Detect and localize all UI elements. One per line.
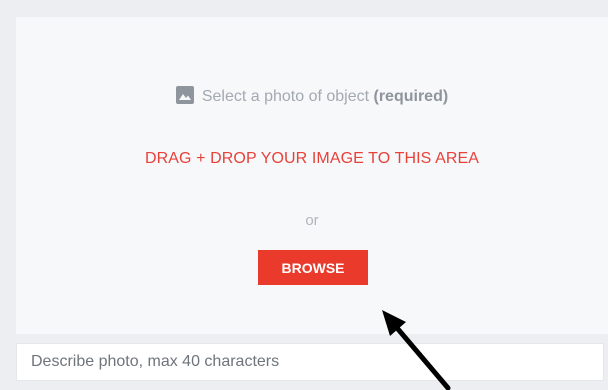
photo-description-input[interactable] [16,343,604,381]
image-drop-zone[interactable]: Select a photo of object (required) DRAG… [16,17,608,334]
browse-button[interactable]: BROWSE [258,250,368,285]
image-icon [175,86,194,104]
or-separator: or [305,212,319,229]
upload-panel: Select a photo of object (required) DRAG… [0,0,608,390]
required-label: (required) [373,88,449,105]
select-photo-label: Select a photo of object (required) [16,86,608,108]
select-photo-text: Select a photo of object [201,88,374,105]
drag-drop-instruction: DRAG + DROP YOUR IMAGE TO THIS AREA [144,150,480,167]
